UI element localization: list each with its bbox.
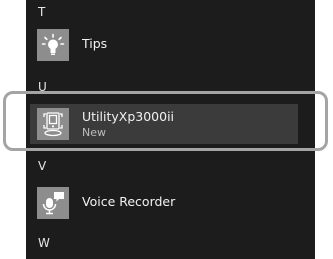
lightbulb-icon — [41, 33, 65, 55]
app-voice-recorder[interactable]: Voice Recorder — [30, 183, 298, 223]
app-tips[interactable]: Tips — [30, 25, 298, 65]
microphone-icon — [42, 192, 64, 215]
voice-recorder-tile — [37, 187, 69, 219]
section-header-v[interactable]: V — [38, 159, 46, 173]
section-header-w[interactable]: W — [38, 236, 50, 250]
app-name: Voice Recorder — [82, 194, 176, 209]
section-header-t[interactable]: T — [38, 5, 45, 19]
highlight-outline — [3, 91, 328, 151]
app-name: Tips — [82, 36, 108, 51]
tips-tile — [37, 29, 69, 61]
